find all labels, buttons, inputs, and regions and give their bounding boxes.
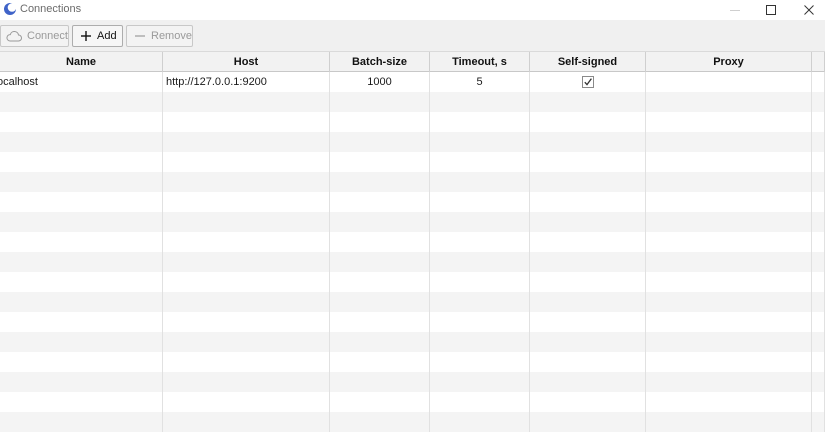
empty-row [0,232,825,252]
empty-row [0,292,825,312]
cell-name[interactable]: ocalhost [0,72,163,92]
remove-button[interactable]: Remove [126,25,193,47]
maximize-button[interactable] [752,0,790,20]
cloud-icon [5,25,23,47]
close-button[interactable] [790,0,825,20]
window-title: Connections [20,3,82,15]
empty-row [0,172,825,192]
cell-timeout[interactable]: 5 [430,72,530,92]
minimize-button[interactable] [716,0,754,20]
add-label: Add [97,30,117,42]
table-row[interactable]: ocalhost http://127.0.0.1:9200 1000 5 [0,72,825,92]
minus-icon [133,25,147,47]
app-logo-icon [4,3,17,15]
empty-row [0,352,825,372]
maximize-icon [766,5,776,15]
empty-row [0,92,825,112]
column-header-batch-size[interactable]: Batch-size [330,52,430,72]
empty-row [0,372,825,392]
empty-row [0,312,825,332]
empty-row [0,412,825,432]
close-icon [804,5,814,15]
cell-filler [812,72,825,92]
cell-proxy[interactable] [646,72,812,92]
empty-row [0,132,825,152]
column-header-proxy[interactable]: Proxy [646,52,812,72]
empty-row [0,192,825,212]
connect-label: Connect [27,30,68,42]
check-icon [583,78,592,86]
connect-button[interactable]: Connect [0,25,69,47]
cell-host[interactable]: http://127.0.0.1:9200 [163,72,330,92]
empty-row [0,152,825,172]
connections-window: Connections Connect Add Remove Name Host… [0,0,825,435]
empty-row [0,272,825,292]
toolbar: Connect Add Remove [0,20,825,52]
empty-row [0,392,825,412]
self-signed-checkbox[interactable] [581,76,594,88]
column-header-timeout[interactable]: Timeout, s [430,52,530,72]
cell-self-signed [530,72,646,92]
column-header-name[interactable]: Name [0,52,163,72]
connections-table: ocalhost http://127.0.0.1:9200 1000 5 [0,72,825,435]
title-bar: Connections [0,0,825,20]
add-button[interactable]: Add [72,25,123,47]
cell-batch-size[interactable]: 1000 [330,72,430,92]
column-header-host[interactable]: Host [163,52,330,72]
remove-label: Remove [151,30,192,42]
empty-row [0,332,825,352]
table-header: Name Host Batch-size Timeout, s Self-sig… [0,52,825,72]
column-header-filler [812,52,825,72]
empty-row [0,112,825,132]
minimize-icon [730,10,740,11]
empty-row [0,212,825,232]
column-header-self-signed[interactable]: Self-signed [530,52,646,72]
plus-icon [79,25,93,47]
empty-row [0,252,825,272]
